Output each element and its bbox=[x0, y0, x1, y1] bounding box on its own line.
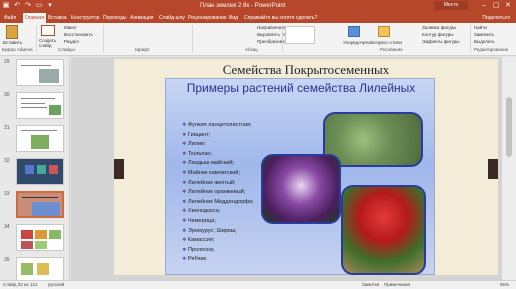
slide-thumbnail[interactable] bbox=[16, 158, 64, 185]
close-icon[interactable]: ✕ bbox=[502, 0, 514, 12]
slide-thumbnails-pane[interactable]: 29 30 31 32 33 34 35 bbox=[0, 57, 70, 280]
list-item: Пролеска; bbox=[182, 246, 322, 256]
shapes-gallery[interactable] bbox=[285, 26, 315, 44]
hyacinth-photo bbox=[341, 185, 426, 275]
notes-button[interactable]: Заметки bbox=[362, 282, 379, 287]
slide-canvas-area[interactable]: Семейства Покрытосеменных Примеры растен… bbox=[71, 57, 502, 280]
document-title: План землея 2 8х - PowerPoint bbox=[200, 3, 286, 9]
slide-thumbnail[interactable] bbox=[16, 257, 64, 280]
section-button[interactable]: Раздел bbox=[64, 39, 79, 44]
ribbon: Вставить Буфер обмена Создать слайд Маке… bbox=[0, 23, 516, 56]
slide-title[interactable]: Семейства Покрытосеменных bbox=[114, 62, 498, 78]
scrollbar-thumb[interactable] bbox=[506, 97, 512, 157]
slide-thumbnail[interactable] bbox=[16, 92, 64, 119]
quick-styles-button[interactable]: Экспресс-стили bbox=[369, 40, 402, 45]
title-bar: ▣ ↶ ↷ ▭ ▾ План землея 2 8х - PowerPoint … bbox=[0, 0, 516, 12]
decorative-side-tab-left bbox=[114, 159, 124, 179]
shape-outline-button[interactable]: Контур фигуры bbox=[422, 32, 453, 37]
thumb-number: 32 bbox=[4, 158, 10, 164]
thumb-number: 31 bbox=[4, 125, 10, 131]
arrange-icon[interactable] bbox=[348, 26, 360, 37]
list-item: Эремурус; Ширяш; bbox=[182, 227, 322, 237]
tab-design[interactable]: Конструктор bbox=[69, 13, 102, 23]
status-bar: Слайд 33 из 121 русский Заметки Примечан… bbox=[0, 280, 516, 289]
window-controls: – ▢ ✕ bbox=[478, 0, 514, 12]
decorative-side-tab-right bbox=[488, 159, 498, 179]
select-button[interactable]: Выделить bbox=[474, 39, 495, 44]
layout-button[interactable]: Макет bbox=[64, 25, 77, 30]
thumb-number: 35 bbox=[4, 257, 10, 263]
tab-slideshow[interactable]: Слайд-шоу bbox=[157, 13, 187, 23]
tab-transitions[interactable]: Переходы bbox=[101, 13, 128, 23]
font-group-label: Шрифт bbox=[135, 47, 150, 52]
share-button[interactable]: Поделиться bbox=[482, 13, 510, 23]
language-indicator[interactable]: русский bbox=[48, 282, 64, 287]
maximize-icon[interactable]: ▢ bbox=[490, 0, 502, 12]
comments-button[interactable]: Примечания bbox=[384, 282, 410, 287]
slide-thumbnail[interactable] bbox=[16, 59, 64, 86]
list-item: Гиацинт; bbox=[182, 131, 322, 141]
inner-title: Примеры растений семейства Лилейных bbox=[186, 81, 416, 95]
reset-button[interactable]: Восстановить bbox=[64, 32, 93, 37]
shape-effects-button[interactable]: Эффекты фигуры bbox=[422, 39, 460, 44]
undo-icon[interactable]: ↶ bbox=[13, 1, 21, 10]
slide-thumbnail-selected[interactable] bbox=[16, 191, 64, 218]
minimize-icon[interactable]: – bbox=[478, 0, 490, 12]
ribbon-tabs: Файл Главная Вставка Конструктор Переход… bbox=[0, 12, 516, 23]
more-icon[interactable]: ▾ bbox=[46, 1, 54, 10]
thumb-number: 33 bbox=[4, 191, 10, 197]
tab-home[interactable]: Главная bbox=[23, 13, 47, 23]
zoom-level[interactable]: 55% bbox=[500, 282, 509, 287]
thumb-number: 30 bbox=[4, 92, 10, 98]
tulips-photo bbox=[261, 154, 341, 224]
find-button[interactable]: Найти bbox=[474, 25, 487, 30]
replace-button[interactable]: Заменить bbox=[474, 32, 494, 37]
present-icon[interactable]: ▭ bbox=[35, 1, 43, 10]
save-icon[interactable]: ▣ bbox=[2, 1, 10, 10]
list-item: Лилия; bbox=[182, 140, 322, 150]
tab-animations[interactable]: Анимация bbox=[128, 13, 155, 23]
slide-thumbnail[interactable] bbox=[16, 224, 64, 251]
paste-button[interactable]: Вставить bbox=[3, 40, 22, 45]
tab-insert[interactable]: Вставка bbox=[46, 13, 69, 23]
redo-icon[interactable]: ↷ bbox=[24, 1, 32, 10]
vertical-scrollbar[interactable] bbox=[502, 57, 516, 280]
thumb-number: 34 bbox=[4, 224, 10, 230]
tell-me-search[interactable]: Что вы хотите сделать? bbox=[262, 13, 317, 23]
slide-counter: Слайд 33 из 121 bbox=[3, 282, 38, 287]
drawing-group-label: Рисование bbox=[380, 47, 403, 52]
paste-icon[interactable] bbox=[6, 25, 18, 39]
quick-access-toolbar: ▣ ↶ ↷ ▭ ▾ bbox=[2, 1, 54, 10]
list-item: Функия ланцетолистная; bbox=[182, 121, 322, 131]
tab-view[interactable]: Вид bbox=[227, 13, 240, 23]
new-slide-button[interactable]: Создать слайд bbox=[39, 38, 59, 48]
account-button[interactable]: Место bbox=[434, 1, 468, 10]
list-item: Рябчик. bbox=[182, 255, 322, 265]
slide-thumbnail[interactable] bbox=[16, 125, 64, 152]
list-item: Камассия; bbox=[182, 236, 322, 246]
arrange-button[interactable]: Упорядочить bbox=[343, 40, 370, 45]
quick-styles-icon[interactable] bbox=[378, 26, 390, 37]
tab-review[interactable]: Рецензирование bbox=[186, 13, 229, 23]
slides-group-label: Слайды bbox=[58, 47, 75, 52]
content-picture[interactable]: Примеры растений семейства Лилейных Функ… bbox=[165, 78, 435, 275]
thumb-number: 29 bbox=[4, 59, 10, 65]
shape-fill-button[interactable]: Заливка фигуры bbox=[422, 25, 456, 30]
clipboard-group-label: Буфер обмена bbox=[2, 47, 33, 52]
current-slide[interactable]: Семейства Покрытосеменных Примеры растен… bbox=[114, 59, 498, 275]
tab-file[interactable]: Файл bbox=[2, 13, 18, 23]
new-slide-icon[interactable] bbox=[41, 25, 55, 36]
paragraph-group-label: Абзац bbox=[245, 47, 258, 52]
editing-group-label: Редактирование bbox=[474, 47, 509, 52]
